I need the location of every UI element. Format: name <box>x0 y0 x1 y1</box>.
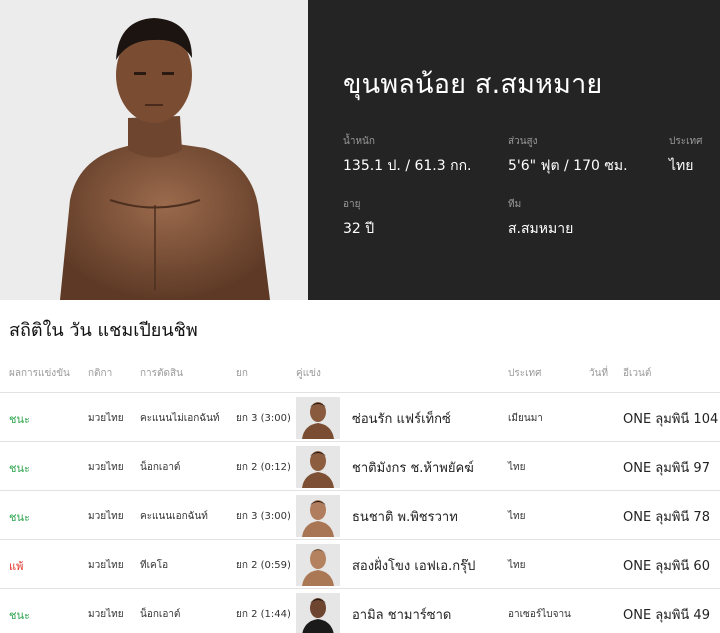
rules-cell: มวยไทย <box>88 511 124 522</box>
result-cell: ชนะ <box>9 462 30 475</box>
table-row[interactable]: ชนะ มวยไทย คะแนนไม่เอกฉันท์ ยก 3 (3:00) … <box>0 392 720 441</box>
weight-value: 135.1 ป. / 61.3 กก. <box>343 158 472 174</box>
country-cell: ไทย <box>508 560 526 571</box>
rules-cell: มวยไทย <box>88 413 124 424</box>
event-link[interactable]: ONE ลุมพินี 60 <box>623 555 710 576</box>
rules-cell: มวยไทย <box>88 462 124 473</box>
header-result: ผลการแข่งขัน <box>9 368 70 379</box>
result-cell: ชนะ <box>9 609 30 622</box>
header-event: อีเวนต์ <box>623 368 652 379</box>
opponent-name[interactable]: ชาติมังกร ช.ห้าพยัคฆ์ <box>352 457 474 478</box>
table-row[interactable]: แพ้ มวยไทย ทีเคโอ ยก 2 (0:59) สองฝั่งโขง… <box>0 539 720 588</box>
round-cell: ยก 3 (3:00) <box>236 413 291 424</box>
fighter-name: ขุนพลน้อย ส.สมหมาย <box>343 69 603 100</box>
country-value: ไทย <box>669 158 694 174</box>
opponent-name[interactable]: ซ่อนรัก แฟร์เท็กซ์ <box>352 408 451 429</box>
header-rules: กติกา <box>88 368 113 379</box>
table-row[interactable]: ชนะ มวยไทย น็อกเอาต์ ยก 2 (1:44) อามิล ช… <box>0 588 720 633</box>
opponent-avatar[interactable] <box>296 495 340 537</box>
opponent-name[interactable]: สองฝั่งโขง เอฟเอ.กรุ๊ป <box>352 555 475 576</box>
result-cell: ชนะ <box>9 413 30 426</box>
method-cell: ทีเคโอ <box>140 560 169 571</box>
country-cell: ไทย <box>508 462 526 473</box>
method-cell: คะแนนเอกฉันท์ <box>140 511 208 522</box>
age-value: 32 ปี <box>343 221 375 237</box>
height-value: 5'6" ฟุต / 170 ซม. <box>508 158 628 174</box>
team-value: ส.สมหมาย <box>508 221 574 237</box>
weight-label: น้ำหนัก <box>343 136 375 147</box>
round-cell: ยก 2 (1:44) <box>236 609 291 620</box>
fighter-info-panel: ขุนพลน้อย ส.สมหมาย น้ำหนัก 135.1 ป. / 61… <box>308 0 720 300</box>
fighter-hero: ขุนพลน้อย ส.สมหมาย น้ำหนัก 135.1 ป. / 61… <box>0 0 720 300</box>
opponent-avatar[interactable] <box>296 397 340 439</box>
result-cell: แพ้ <box>9 560 24 573</box>
opponent-name[interactable]: ธนชาติ พ.พิชรวาท <box>352 506 458 527</box>
header-country: ประเทศ <box>508 368 542 379</box>
opponent-avatar[interactable] <box>296 544 340 586</box>
section-title: สถิติใน วัน แชมเปียนชิพ <box>9 320 198 341</box>
round-cell: ยก 2 (0:59) <box>236 560 291 571</box>
table-row[interactable]: ชนะ มวยไทย น็อกเอาต์ ยก 2 (0:12) ชาติมัง… <box>0 441 720 490</box>
event-link[interactable]: ONE ลุมพินี 104 <box>623 408 718 429</box>
height-label: ส่วนสูง <box>508 136 538 147</box>
opponent-name[interactable]: อามิล ชามาร์ซาด <box>352 604 451 625</box>
fighter-photo <box>0 0 308 300</box>
round-cell: ยก 3 (3:00) <box>236 511 291 522</box>
opponent-avatar[interactable] <box>296 446 340 488</box>
country-cell: เมียนมา <box>508 413 543 424</box>
rules-cell: มวยไทย <box>88 609 124 620</box>
method-cell: คะแนนไม่เอกฉันท์ <box>140 413 220 424</box>
event-link[interactable]: ONE ลุมพินี 78 <box>623 506 710 527</box>
table-row[interactable]: ชนะ มวยไทย คะแนนเอกฉันท์ ยก 3 (3:00) ธนช… <box>0 490 720 539</box>
country-label: ประเทศ <box>669 136 703 147</box>
header-round: ยก <box>236 368 248 379</box>
country-cell: ไทย <box>508 511 526 522</box>
rules-cell: มวยไทย <box>88 560 124 571</box>
team-label: ทีม <box>508 199 522 210</box>
event-link[interactable]: ONE ลุมพินี 49 <box>623 604 710 625</box>
result-cell: ชนะ <box>9 511 30 524</box>
age-label: อายุ <box>343 199 361 210</box>
fighter-portrait-image <box>0 0 308 300</box>
method-cell: น็อกเอาต์ <box>140 609 181 620</box>
header-opponent: คู่แข่ง <box>296 368 321 379</box>
country-cell: อาเซอร์ไบจาน <box>508 609 571 620</box>
round-cell: ยก 2 (0:12) <box>236 462 291 473</box>
method-cell: น็อกเอาต์ <box>140 462 181 473</box>
opponent-avatar[interactable] <box>296 593 340 633</box>
header-date: วันที่ <box>589 368 609 379</box>
header-method: การตัดสิน <box>140 368 183 379</box>
event-link[interactable]: ONE ลุมพินี 97 <box>623 457 710 478</box>
